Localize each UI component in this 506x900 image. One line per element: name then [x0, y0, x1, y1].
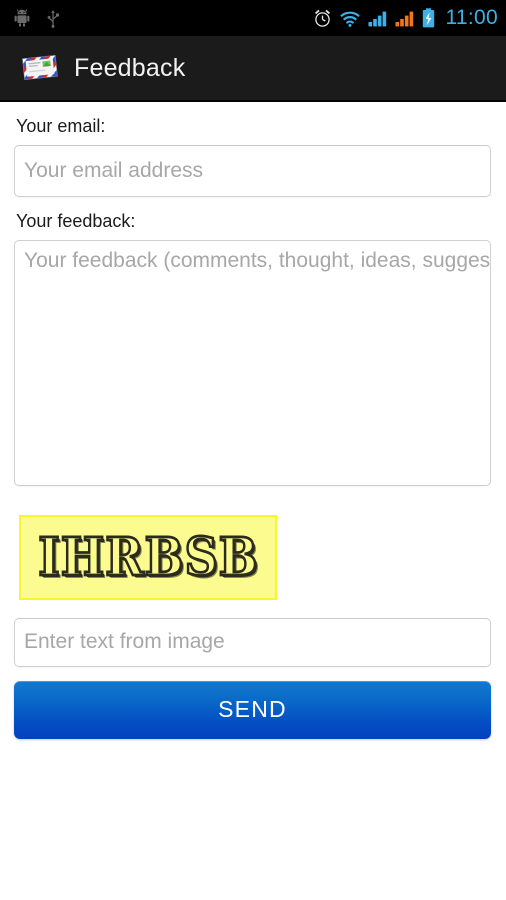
- email-placeholder: Your email address: [24, 158, 203, 182]
- captcha-container: IHRBSB: [19, 514, 492, 600]
- captcha-image[interactable]: IHRBSB: [19, 514, 277, 600]
- action-bar: Feedback: [0, 36, 506, 102]
- email-field[interactable]: Your email address: [14, 144, 491, 197]
- envelope-mail-icon: [22, 54, 58, 82]
- signal-sim2-icon: [395, 10, 415, 27]
- usb-icon: [46, 9, 60, 28]
- status-bar: 11:00: [0, 0, 506, 36]
- feedback-placeholder: Your feedback (comments, thought, ideas,…: [24, 248, 491, 272]
- captcha-field[interactable]: Enter text from image: [14, 617, 491, 667]
- status-bar-clock: 11:00: [445, 6, 498, 29]
- feedback-form: Your email: Your email address Your feed…: [0, 116, 506, 739]
- feedback-label: Your feedback:: [16, 210, 136, 231]
- alarm-clock-icon: [313, 9, 332, 28]
- captcha-placeholder: Enter text from image: [24, 630, 225, 654]
- status-bar-right-icons: 11:00: [313, 6, 499, 30]
- feedback-textarea[interactable]: Your feedback (comments, thought, ideas,…: [14, 239, 491, 486]
- wifi-icon: [339, 10, 361, 27]
- send-button-label: SEND: [218, 696, 287, 723]
- page-title: Feedback: [74, 53, 186, 82]
- status-bar-left-icons: [14, 9, 60, 28]
- email-label: Your email:: [16, 116, 106, 136]
- android-debug-icon: [14, 9, 30, 27]
- send-button[interactable]: SEND: [14, 680, 491, 739]
- signal-sim1-icon: [368, 10, 388, 27]
- battery-charging-icon: [422, 8, 435, 28]
- captcha-text: IHRBSB: [37, 526, 259, 588]
